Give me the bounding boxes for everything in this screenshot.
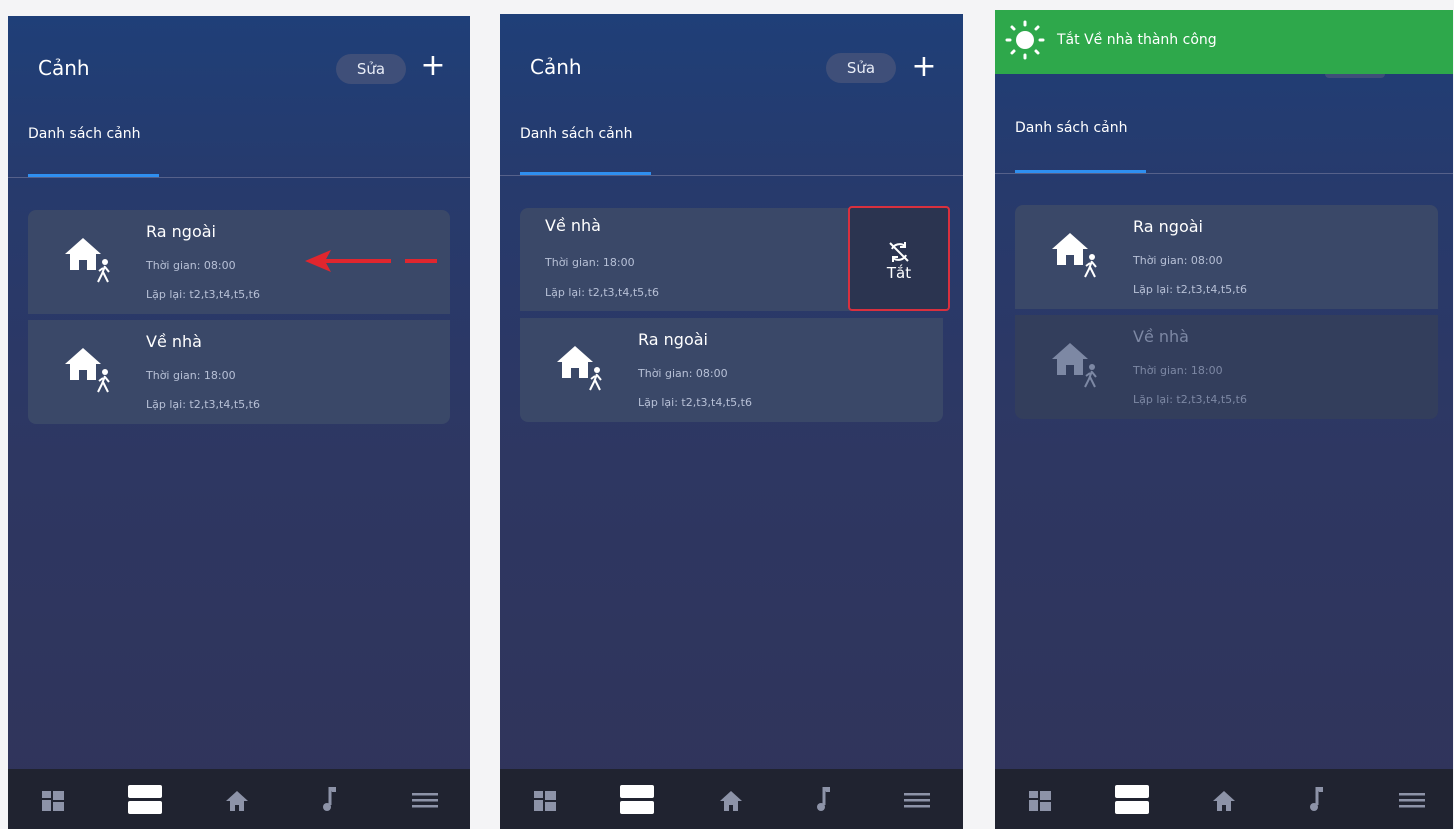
bottom-nav <box>8 769 470 829</box>
scene-name: Về nhà <box>146 332 202 351</box>
scene-card-ra-ngoai[interactable]: Ra ngoài Thời gian: 08:00 Lặp lại: t2,t3… <box>520 318 943 422</box>
scene-card-ra-ngoai[interactable]: Ra ngoài Thời gian: 08:00 Lặp lại: t2,t3… <box>1015 205 1438 309</box>
music-icon[interactable] <box>798 769 848 829</box>
home-icon[interactable] <box>212 769 262 829</box>
swipe-left-arrow-icon <box>305 250 437 272</box>
sync-off-icon <box>889 242 909 262</box>
menu-icon[interactable] <box>400 769 450 829</box>
scene-repeat: Lặp lại: t2,t3,t4,t5,t6 <box>1133 393 1247 406</box>
phone-screen-3: Tắt Về nhà thành công Danh sách cảnh Ra … <box>995 10 1453 829</box>
scenes-icon[interactable] <box>612 769 662 829</box>
scene-card-ve-nha[interactable]: Về nhà Thời gian: 18:00 Lặp lại: t2,t3,t… <box>520 208 850 311</box>
scene-repeat: Lặp lại: t2,t3,t4,t5,t6 <box>146 288 260 301</box>
music-icon[interactable] <box>1291 769 1341 829</box>
disable-label: Tắt <box>886 264 912 282</box>
scene-time: Thời gian: 18:00 <box>545 256 635 269</box>
home-icon[interactable] <box>1199 769 1249 829</box>
page-title: Cảnh <box>530 55 582 79</box>
toast-message: Tắt Về nhà thành công <box>1057 32 1217 48</box>
add-scene-button[interactable]: + <box>909 49 939 85</box>
scene-card-ra-ngoai[interactable]: Ra ngoài Thời gian: 08:00 Lặp lại: t2,t3… <box>28 210 450 314</box>
scene-name: Ra ngoài <box>146 222 216 241</box>
bottom-nav <box>995 769 1453 829</box>
scene-name: Ra ngoài <box>1133 217 1203 236</box>
home-icon[interactable] <box>706 769 756 829</box>
tab-scene-list[interactable]: Danh sách cảnh <box>520 126 632 142</box>
success-toast: Tắt Về nhà thành công <box>995 10 1453 74</box>
scene-time: Thời gian: 18:00 <box>1133 364 1223 377</box>
scene-time: Thời gian: 08:00 <box>146 259 236 272</box>
scene-repeat: Lặp lại: t2,t3,t4,t5,t6 <box>146 398 260 411</box>
edit-button[interactable]: Sửa <box>826 53 896 83</box>
divider <box>995 173 1453 174</box>
scene-card-ve-nha-disabled[interactable]: Về nhà Thời gian: 18:00 Lặp lại: t2,t3,t… <box>1015 315 1438 419</box>
divider <box>500 175 963 176</box>
scene-name: Ra ngoài <box>638 330 708 349</box>
dashboard-icon[interactable] <box>1015 769 1065 829</box>
disable-scene-button[interactable]: Tắt <box>848 206 950 311</box>
edit-button[interactable]: Sửa <box>336 54 406 84</box>
sun-icon <box>1005 20 1045 60</box>
menu-icon[interactable] <box>1387 769 1437 829</box>
divider <box>8 177 470 178</box>
home-walk-icon <box>65 238 110 283</box>
home-walk-icon <box>557 346 602 391</box>
scenes-icon[interactable] <box>1107 769 1157 829</box>
phone-screen-2: Cảnh Sửa + Danh sách cảnh Về nhà Thời gi… <box>500 14 963 829</box>
page-title: Cảnh <box>38 56 90 80</box>
scenes-icon[interactable] <box>120 769 170 829</box>
scene-repeat: Lặp lại: t2,t3,t4,t5,t6 <box>1133 283 1247 296</box>
edit-button-peek <box>1325 74 1385 78</box>
scene-card-ve-nha[interactable]: Về nhà Thời gian: 18:00 Lặp lại: t2,t3,t… <box>28 320 450 424</box>
menu-icon[interactable] <box>892 769 942 829</box>
scene-repeat: Lặp lại: t2,t3,t4,t5,t6 <box>638 396 752 409</box>
scene-time: Thời gian: 18:00 <box>146 369 236 382</box>
home-walk-icon <box>1052 233 1097 278</box>
scene-name: Về nhà <box>545 216 601 235</box>
home-walk-icon <box>1052 343 1097 388</box>
phone-screen-1: Cảnh Sửa + Danh sách cảnh Ra ngoài Thời … <box>8 16 470 829</box>
dashboard-icon[interactable] <box>28 769 78 829</box>
dashboard-icon[interactable] <box>520 769 570 829</box>
home-walk-icon <box>65 348 110 393</box>
scene-time: Thời gian: 08:00 <box>638 367 728 380</box>
scene-time: Thời gian: 08:00 <box>1133 254 1223 267</box>
scene-name: Về nhà <box>1133 327 1189 346</box>
bottom-nav <box>500 769 963 829</box>
scene-repeat: Lặp lại: t2,t3,t4,t5,t6 <box>545 286 659 299</box>
music-icon[interactable] <box>304 769 354 829</box>
tab-scene-list[interactable]: Danh sách cảnh <box>1015 120 1127 136</box>
tab-scene-list[interactable]: Danh sách cảnh <box>28 126 140 142</box>
add-scene-button[interactable]: + <box>418 48 448 84</box>
